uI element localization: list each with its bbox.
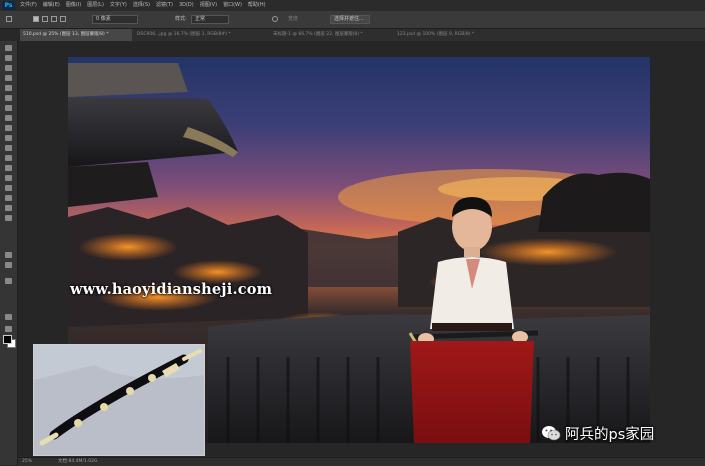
pagoda-wall [68,162,158,207]
marquee-tool-icon[interactable] [4,54,13,62]
menu-image[interactable]: 图像(I) [66,0,81,11]
lights-1 [78,233,178,261]
swap-icon[interactable] [272,16,278,22]
brand-watermark: 阿兵的ps家园 [541,422,654,444]
menu-3d[interactable]: 3D(D) [179,0,194,11]
marquee-tool-icon[interactable] [6,16,12,22]
tab-510-psd[interactable]: 510.psd @ 25% (图层 13, 图层蒙版/8) * [20,29,132,41]
zoom-tool-icon[interactable] [4,261,13,269]
more-tools-icon[interactable] [4,277,13,285]
path-selection-tool-icon[interactable] [4,204,13,212]
subtract-selection-icon[interactable] [51,16,57,22]
menu-view[interactable]: 视图(V) [200,0,217,11]
sword-photo-art [34,345,204,455]
style-value: 正常 [195,16,206,22]
tab-123-psd[interactable]: 123.psd @ 100% (图层 0, RGB/8) * [394,29,494,41]
pagoda-top [68,63,188,97]
intersect-selection-icon[interactable] [60,16,66,22]
sword-reference-photo [33,344,205,456]
move-tool-icon[interactable] [4,44,13,52]
lasso-tool-icon[interactable] [4,64,13,72]
menu-window[interactable]: 窗口(W) [223,0,242,11]
photoshop-logo-icon: Ps [2,1,15,10]
add-selection-icon[interactable] [42,16,48,22]
menu-file[interactable]: 文件(F) [20,0,37,11]
menu-edit[interactable]: 编辑(E) [43,0,60,11]
tab-dsc906-jpg[interactable]: DSC906...jpg @ 16.7% (图层 1, RGB/8#) * [134,29,266,41]
feather-input[interactable]: 0 像素 [92,15,138,24]
quick-select-tool-icon[interactable] [4,74,13,82]
screen-mode-icon[interactable] [4,325,13,333]
quick-mask-icon[interactable] [4,313,13,321]
menu-layer[interactable]: 图层(L) [87,0,104,11]
brush-tool-icon[interactable] [4,114,13,122]
brand-text: 阿兵的ps家园 [565,426,655,443]
select-and-mask-label: 选择并遮住... [334,16,364,22]
menu-select[interactable]: 选择(S) [133,0,150,11]
eraser-tool-icon[interactable] [4,144,13,152]
style-label: 样式: [175,16,187,22]
pen-tool-icon[interactable] [4,184,13,192]
type-tool-icon[interactable] [4,194,13,202]
menu-filter[interactable]: 滤镜(T) [156,0,173,11]
menu-bar: Ps 文件(F) 编辑(E) 图像(I) 图层(L) 文字(Y) 选择(S) 滤… [0,0,705,11]
menu-help[interactable]: 帮助(H) [248,0,266,11]
width-label: 宽度 [288,16,299,22]
select-and-mask-button[interactable]: 选择并遮住... [330,15,370,24]
clone-stamp-tool-icon[interactable] [4,124,13,132]
tab-untitled-1[interactable]: 未标题-1 @ 66.7% (图层 22, 图层蒙版/8) * [270,29,388,41]
new-selection-icon[interactable] [33,16,39,22]
watermark-text: www.haoyidiansheji.com [70,281,273,298]
dodge-tool-icon[interactable] [4,174,13,182]
healing-brush-tool-icon[interactable] [4,104,13,112]
wechat-icon [542,426,561,441]
foreground-color-swatch[interactable] [3,335,12,344]
menu-type[interactable]: 文字(Y) [110,0,127,11]
eyedropper-tool-icon[interactable] [4,94,13,102]
history-brush-tool-icon[interactable] [4,134,13,142]
crop-tool-icon[interactable] [4,84,13,92]
tools-panel [0,41,18,465]
document-tabs: 510.psd @ 25% (图层 13, 图层蒙版/8) * DSC906..… [20,29,705,41]
blur-tool-icon[interactable] [4,164,13,172]
menu-items: 文件(F) 编辑(E) 图像(I) 图层(L) 文字(Y) 选择(S) 滤镜(T… [20,0,266,11]
rectangle-tool-icon[interactable] [4,214,13,222]
style-select[interactable]: 正常 [191,15,229,24]
feather-value: 0 像素 [96,16,111,22]
gradient-tool-icon[interactable] [4,154,13,162]
options-bar: 0 像素 样式: 正常 宽度 选择并遮住... [0,11,705,29]
pagoda-eaves [68,97,238,167]
hand-tool-icon[interactable] [4,251,13,259]
